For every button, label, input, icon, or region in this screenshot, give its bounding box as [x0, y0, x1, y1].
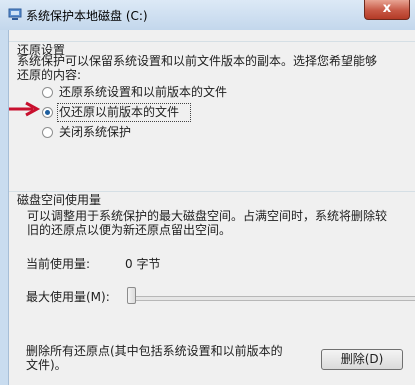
- dialog-body: 还原设置 系统保护可以保留系统设置和以前文件版本的副本。选择您希望能够 还原的内…: [8, 30, 415, 385]
- delete-description-line2: 文件)。: [26, 358, 67, 372]
- max-usage-slider-thumb[interactable]: [127, 287, 136, 304]
- radio-restore-all[interactable]: [42, 87, 53, 98]
- radio-restore-all-label[interactable]: 还原系统设置和以前版本的文件: [59, 84, 227, 100]
- max-usage-label: 最大使用量(M):: [26, 290, 110, 304]
- disk-usage-group: 磁盘空间使用量: [9, 191, 415, 207]
- radio-restore-files-only-label[interactable]: 仅还原以前版本的文件: [59, 104, 179, 120]
- max-usage-slider-track[interactable]: [129, 296, 415, 301]
- delete-button[interactable]: 删除(D): [321, 349, 403, 370]
- restore-description-line2: 还原的内容:: [17, 68, 82, 82]
- close-icon: x: [382, 1, 392, 16]
- disk-usage-title: 磁盘空间使用量: [17, 193, 102, 207]
- close-button[interactable]: x: [364, 0, 410, 20]
- radio-restore-files-only[interactable]: [42, 107, 53, 118]
- current-usage-label: 当前使用量:: [26, 257, 91, 271]
- system-properties-icon: [8, 8, 22, 20]
- window-title: 系统保护本地磁盘 (C:): [26, 9, 148, 23]
- restore-settings-group: 还原设置: [9, 41, 415, 57]
- radio-disable-protection[interactable]: [42, 127, 53, 138]
- red-arrow-annotation: [9, 101, 41, 117]
- current-usage-value: 0 字节: [125, 257, 161, 271]
- disk-description-line2: 旧的还原点以便为新还原点留出空间。: [27, 223, 232, 237]
- radio-disable-protection-label[interactable]: 关闭系统保护: [59, 124, 131, 140]
- title-bar[interactable]: 系统保护本地磁盘 (C:) x: [0, 0, 415, 30]
